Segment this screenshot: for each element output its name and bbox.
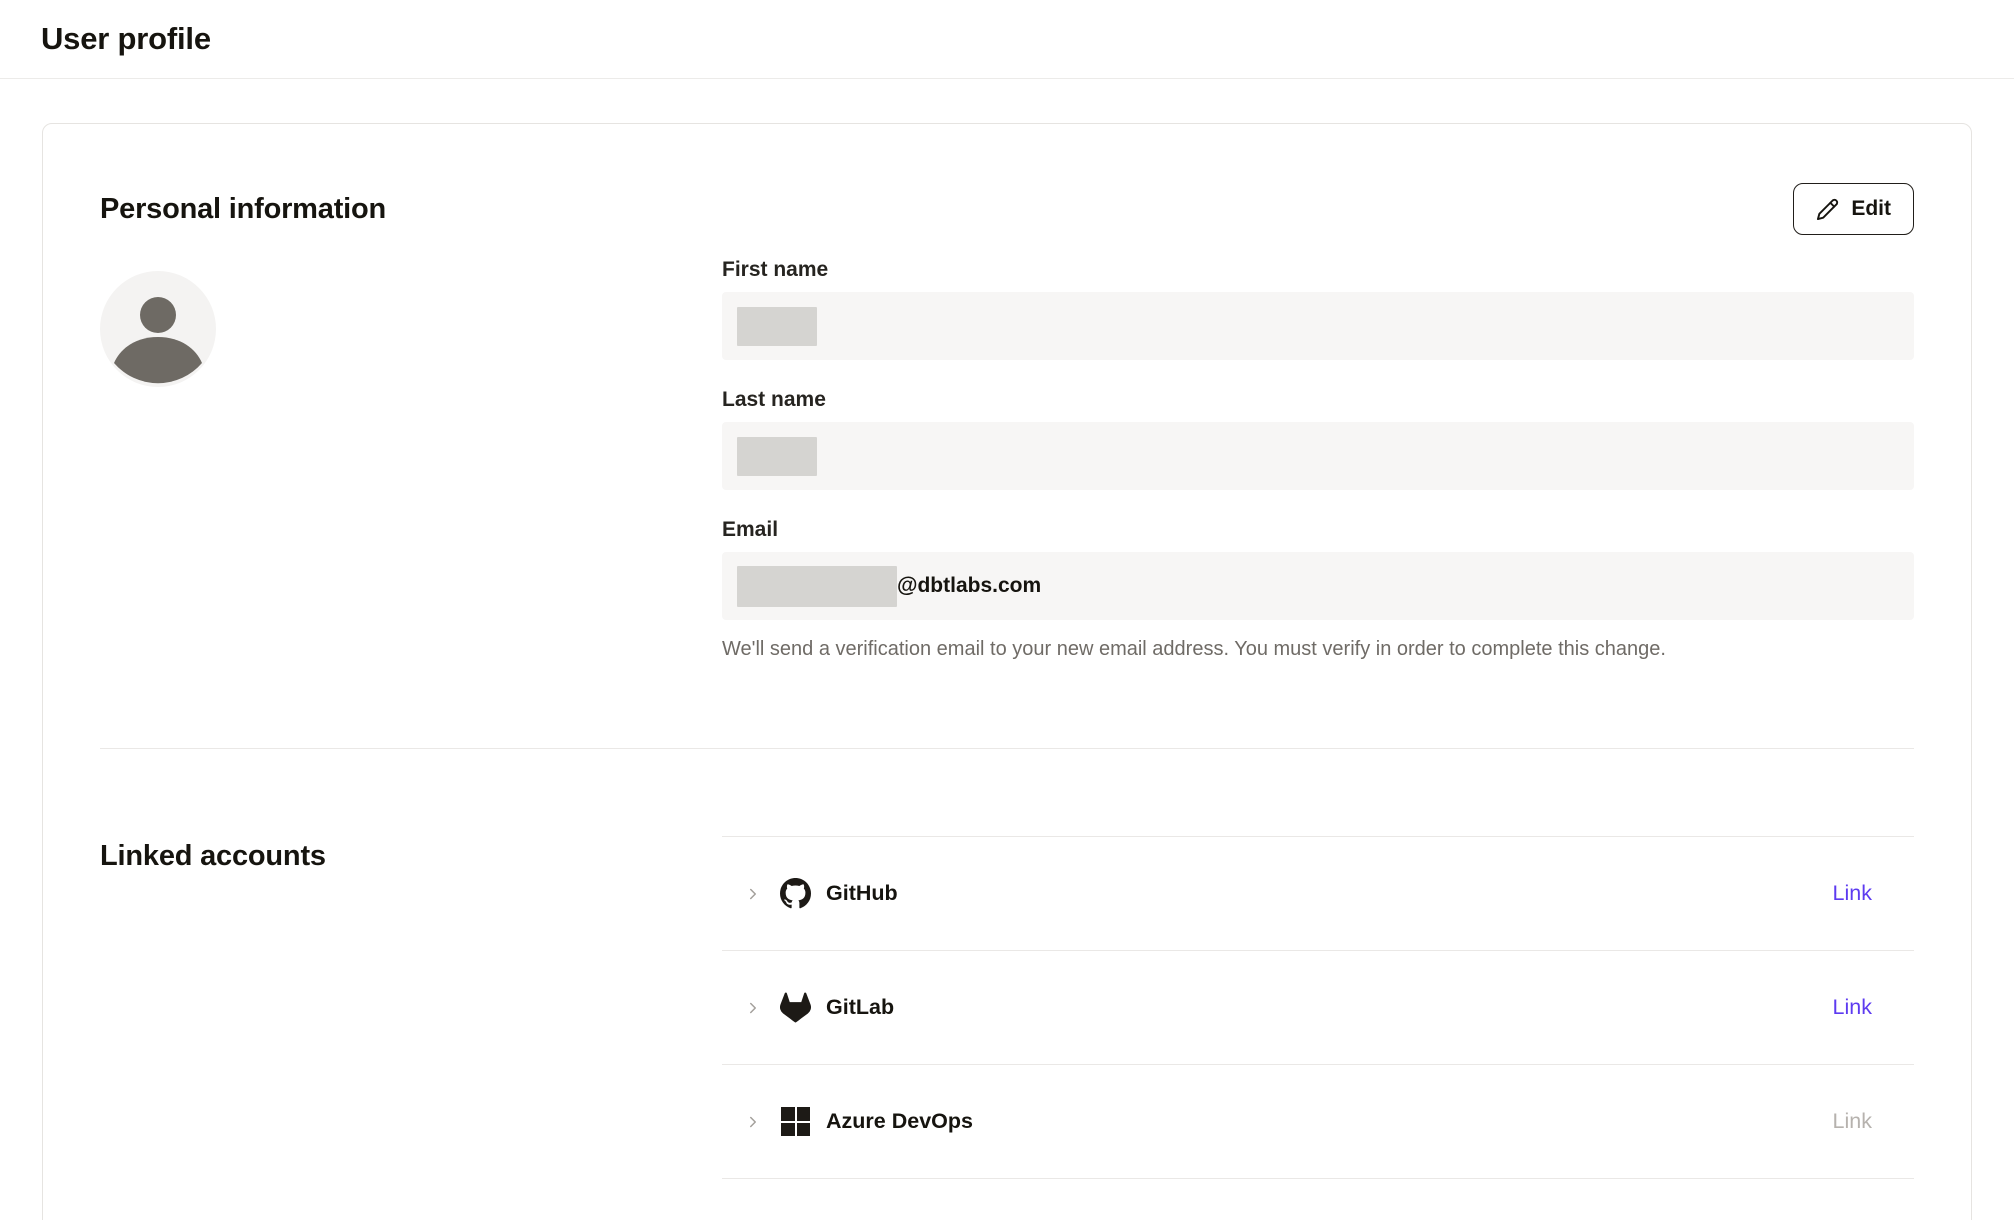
email-field: @dbtlabs.com [722, 552, 1914, 620]
section-divider [100, 748, 1914, 749]
first-name-label: First name [722, 258, 1914, 282]
linked-accounts-section: Linked accounts GitHub Link [100, 836, 1914, 1179]
linked-account-row-gitlab: GitLab Link [722, 951, 1914, 1065]
linked-accounts-heading: Linked accounts [100, 840, 722, 873]
azure-devops-icon [780, 1106, 811, 1137]
personal-info-heading: Personal information [100, 193, 386, 226]
avatar [100, 271, 216, 387]
person-silhouette-icon [100, 271, 216, 387]
link-github-action[interactable]: Link [1833, 881, 1872, 906]
edit-button-label: Edit [1851, 197, 1891, 221]
page-title: User profile [41, 21, 211, 57]
provider-name: GitLab [826, 995, 894, 1020]
linked-account-row-azure-devops: Azure DevOps Link [722, 1065, 1914, 1179]
redacted-last-name-value [737, 437, 817, 476]
profile-card: Personal information Edit [42, 123, 1972, 1220]
provider-name: Azure DevOps [826, 1109, 973, 1134]
edit-button[interactable]: Edit [1793, 183, 1914, 235]
link-gitlab-action[interactable]: Link [1833, 995, 1872, 1020]
github-icon [780, 878, 811, 909]
last-name-label: Last name [722, 388, 1914, 412]
provider-name: GitHub [826, 881, 898, 906]
last-name-field [722, 422, 1914, 490]
email-helper-text: We'll send a verification email to your … [722, 636, 1914, 662]
redacted-email-local-part [737, 566, 897, 607]
gitlab-icon [780, 992, 811, 1023]
linked-accounts-list: GitHub Link GitLab Link [722, 836, 1914, 1179]
first-name-group: First name [722, 258, 1914, 360]
redacted-first-name-value [737, 307, 817, 346]
chevron-right-icon[interactable] [744, 999, 762, 1017]
personal-info-body: First name Last name Email @dbtlabs.com … [100, 258, 1914, 662]
link-azure-devops-action[interactable]: Link [1833, 1109, 1872, 1134]
first-name-field [722, 292, 1914, 360]
chevron-right-icon[interactable] [744, 885, 762, 903]
personal-info-header: Personal information Edit [100, 182, 1914, 236]
email-label: Email [722, 518, 1914, 542]
chevron-right-icon[interactable] [744, 1113, 762, 1131]
email-group: Email @dbtlabs.com We'll send a verifica… [722, 518, 1914, 662]
linked-account-row-github: GitHub Link [722, 837, 1914, 951]
page-header: User profile [0, 0, 2014, 79]
email-domain-suffix: @dbtlabs.com [897, 574, 1041, 598]
last-name-group: Last name [722, 388, 1914, 490]
pencil-icon [1816, 198, 1839, 221]
